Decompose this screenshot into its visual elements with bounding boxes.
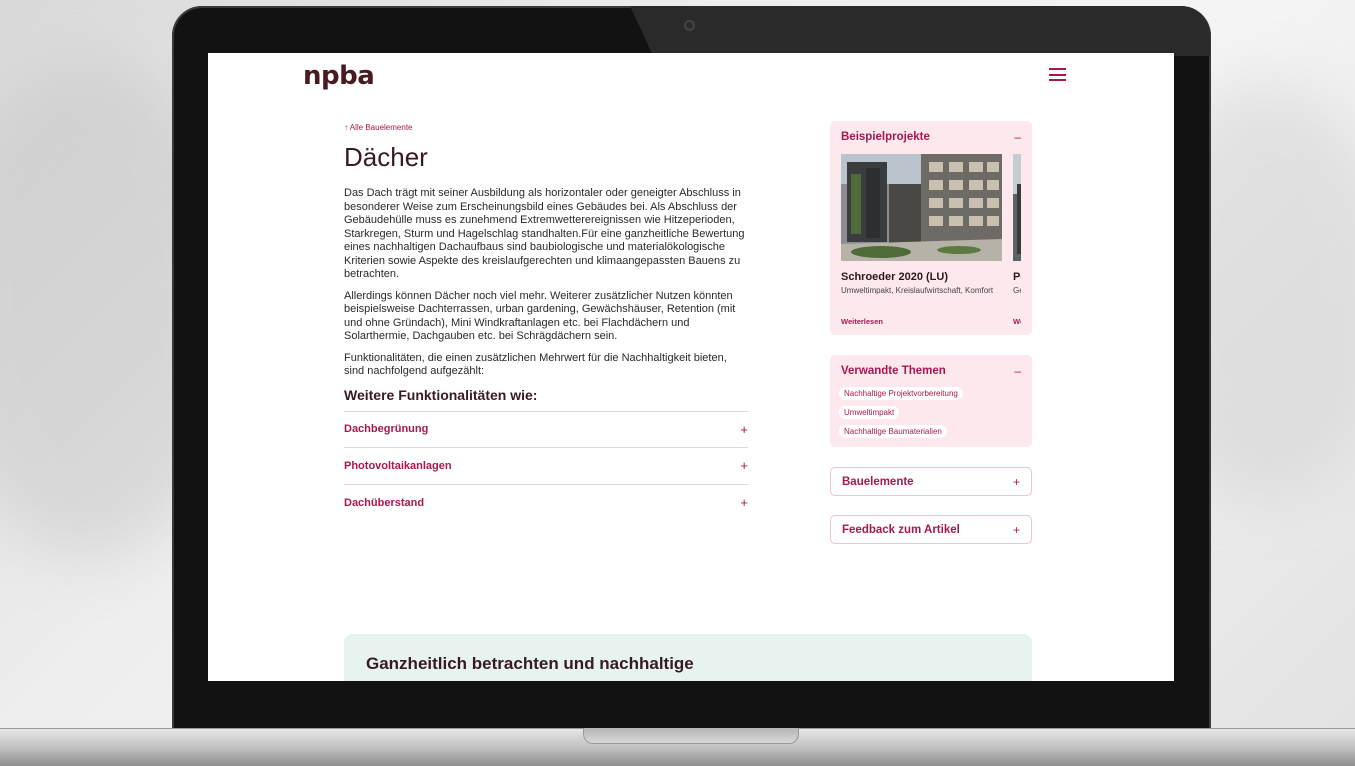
accordion-item-dachbegruenung[interactable]: Dachbegrünung + [344, 412, 748, 448]
topic-chip[interactable]: Umweltimpakt [839, 406, 900, 419]
project-tags: Umweltimpakt, Kreislaufwirtschaft, Komfo… [841, 286, 994, 295]
project-image [841, 154, 1002, 261]
browser-screen: npba ↑ Alle Bauelemente Dächer Das Dach … [208, 53, 1174, 681]
topic-chip[interactable]: Nachhaltige Projektvorbereitung [839, 387, 963, 400]
related-topics-card: Verwandte Themen – Nachhaltige Projektvo… [830, 355, 1032, 447]
article-paragraph: Das Dach trägt mit seiner Ausbildung als… [344, 187, 745, 280]
bauelemente-toggle[interactable]: Bauelemente + [830, 467, 1032, 496]
project-read-more-link[interactable]: Weiterlesen [841, 317, 1002, 326]
accordion-item-dachueberstand[interactable]: Dachüberstand + [344, 485, 748, 522]
projects-card-header[interactable]: Beispielprojekte – [841, 130, 1021, 144]
camera-icon [684, 20, 695, 31]
page-title: Dächer [344, 142, 428, 172]
bottom-teaser-title: Ganzheitlich betrachten und nachhaltige [366, 654, 694, 673]
bauelemente-title: Bauelemente [842, 475, 914, 488]
topic-chip[interactable]: Nachhaltige Baumaterialien [839, 425, 947, 438]
functions-heading: Weitere Funktionalitäten wie: [344, 386, 538, 403]
project-read-more-link[interactable]: Weite [1013, 317, 1021, 326]
functions-accordion: Dachbegrünung + Photovoltaikanlagen + Da… [344, 410, 748, 522]
menu-icon[interactable] [1049, 68, 1066, 81]
plus-icon: + [740, 458, 748, 474]
plus-icon: + [740, 495, 748, 511]
project-tags: Gesu Umw [1013, 286, 1021, 295]
minus-icon: – [1014, 364, 1021, 378]
related-topics-title: Verwandte Themen [841, 365, 946, 377]
related-topics-chips: Nachhaltige Projektvorbereitung Umweltim… [839, 382, 1021, 438]
accordion-label: Dachbegrünung [344, 423, 429, 436]
lid-reflection [630, 6, 1210, 56]
accordion-label: Photovoltaikanlagen [344, 459, 452, 472]
projects-carousel[interactable]: Schroeder 2020 (LU) Umweltimpakt, Kreisl… [841, 154, 1021, 326]
accordion-item-photovoltaik[interactable]: Photovoltaikanlagen + [344, 448, 748, 485]
article-paragraph: Funktionalitäten, die einen zusätzlichen… [344, 351, 727, 378]
project-image [1013, 154, 1021, 261]
feedback-title: Feedback zum Artikel [842, 523, 960, 536]
projects-card: Beispielprojekte – Schroeder 2020 (LU) U… [830, 121, 1032, 335]
related-topics-header[interactable]: Verwandte Themen – [841, 364, 1021, 378]
site-logo[interactable]: npba [303, 61, 375, 91]
accordion-label: Dachüberstand [344, 496, 425, 509]
feedback-toggle[interactable]: Feedback zum Artikel + [830, 515, 1032, 544]
article-main: ↑ Alle Bauelemente Dächer Das Dach trägt… [344, 123, 748, 521]
bottom-teaser: Ganzheitlich betrachten und nachhaltige [344, 634, 1032, 681]
projects-card-title: Beispielprojekte [841, 131, 930, 143]
laptop-notch [583, 728, 799, 744]
project-title: Schroeder 2020 (LU) [841, 271, 948, 283]
back-link[interactable]: ↑ Alle Bauelemente [344, 123, 748, 132]
plus-icon: + [740, 421, 748, 437]
article-paragraph: Allerdings können Dächer noch viel mehr.… [344, 289, 736, 343]
plus-icon: + [1012, 474, 1020, 489]
plus-icon: + [1012, 522, 1020, 537]
project-title: Petit [1013, 271, 1021, 283]
project-card[interactable]: Petit Gesu Umw Weite [1013, 154, 1021, 326]
project-card[interactable]: Schroeder 2020 (LU) Umweltimpakt, Kreisl… [841, 154, 1002, 326]
minus-icon: – [1014, 130, 1021, 144]
sidebar: Beispielprojekte – Schroeder 2020 (LU) U… [830, 121, 1032, 563]
